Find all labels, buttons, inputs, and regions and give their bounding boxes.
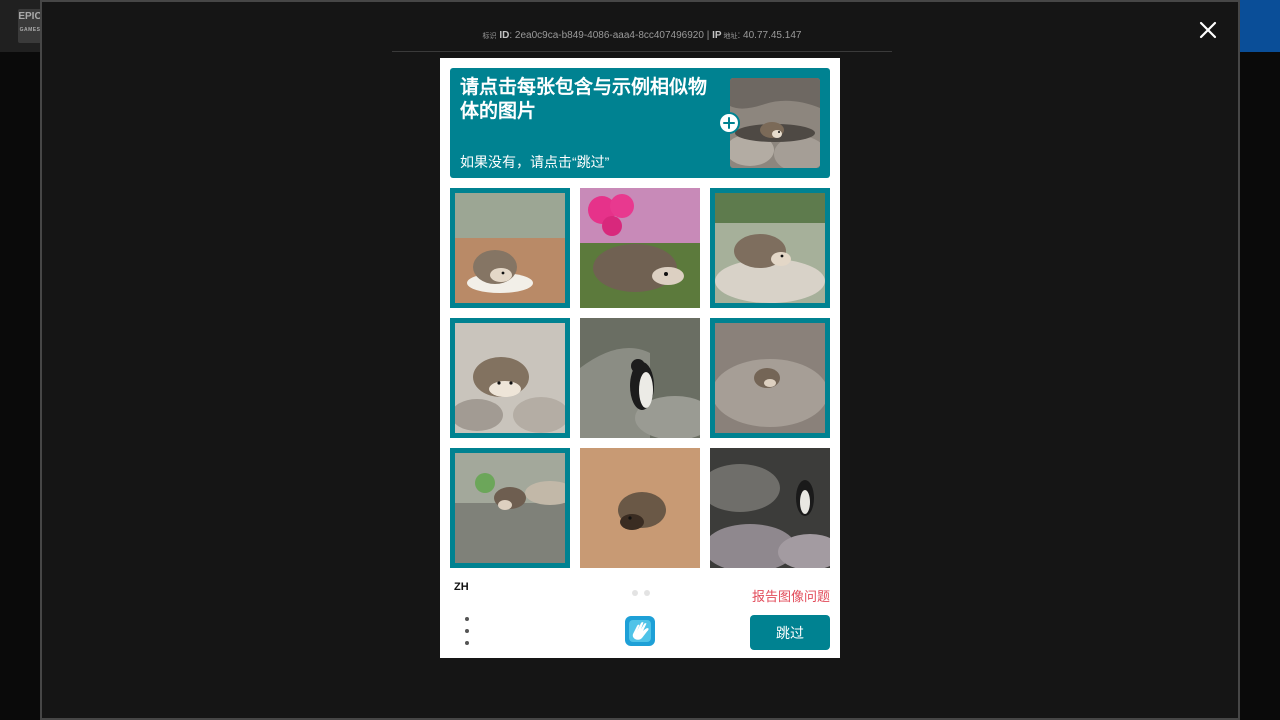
hcaptcha-logo bbox=[623, 614, 657, 648]
page-indicator bbox=[632, 590, 650, 596]
logo-text: EPIC bbox=[18, 11, 42, 22]
menu-dot bbox=[465, 629, 469, 633]
page-dot-2 bbox=[644, 590, 650, 596]
image-cell-1[interactable] bbox=[450, 188, 570, 308]
id-label: ID bbox=[499, 30, 510, 41]
image-cell-2[interactable] bbox=[580, 188, 700, 308]
hedgehog-near-pebbles-image bbox=[455, 453, 565, 563]
epic-games-logo[interactable]: EPIC GAMES bbox=[18, 9, 42, 43]
image-cell-9[interactable] bbox=[710, 448, 830, 568]
menu-button[interactable] bbox=[458, 617, 476, 645]
penguin-among-rocks-image bbox=[710, 448, 830, 568]
image-cell-7[interactable] bbox=[450, 448, 570, 568]
language-selector[interactable]: ZH bbox=[454, 581, 469, 593]
report-image-link[interactable]: 报告图像问题 bbox=[752, 586, 830, 605]
prompt-title: 请点击每张包含与示例相似物体的图片 bbox=[460, 77, 708, 122]
plus-icon bbox=[723, 117, 735, 129]
penguin-rocks-image bbox=[580, 318, 700, 438]
ip-address: : 40.77.45.147 bbox=[737, 30, 802, 41]
close-button[interactable] bbox=[1196, 18, 1220, 42]
session-id: : 2ea0c9ca-b849-4086-aaa4-8cc407496920 | bbox=[509, 30, 713, 41]
example-image[interactable] bbox=[730, 78, 820, 168]
menu-dot bbox=[465, 641, 469, 645]
prompt-header: 请点击每张包含与示例相似物体的图片 如果没有，请点击“跳过” bbox=[450, 68, 830, 178]
skip-button[interactable]: 跳过 bbox=[750, 615, 830, 650]
close-icon bbox=[1199, 21, 1217, 39]
ip-prefix: 地址 bbox=[721, 33, 738, 40]
logo-subtext: GAMES bbox=[19, 27, 41, 33]
challenge-overlay: 标识 ID: 2ea0c9ca-b849-4086-aaa4-8cc407496… bbox=[40, 0, 1240, 720]
image-cell-6[interactable] bbox=[710, 318, 830, 438]
hedgehog-flower-image bbox=[580, 188, 700, 308]
session-info-bar: 标识 ID: 2ea0c9ca-b849-4086-aaa4-8cc407496… bbox=[392, 28, 892, 52]
add-example-button[interactable] bbox=[718, 112, 740, 134]
hedgehog-pebbles-image bbox=[455, 323, 565, 433]
image-grid bbox=[450, 188, 830, 568]
small-hedgehog-rock-image bbox=[715, 323, 825, 433]
captcha-widget: 请点击每张包含与示例相似物体的图片 如果没有，请点击“跳过” ZH 报告图像问题… bbox=[440, 58, 840, 658]
prompt-subtitle: 如果没有，请点击“跳过” bbox=[460, 154, 610, 170]
hand-icon bbox=[625, 616, 655, 646]
image-cell-4[interactable] bbox=[450, 318, 570, 438]
image-cell-5[interactable] bbox=[580, 318, 700, 438]
id-prefix: 标识 bbox=[482, 33, 497, 40]
image-cell-3[interactable] bbox=[710, 188, 830, 308]
ip-label: IP bbox=[712, 30, 722, 41]
hedgehog-rock-image bbox=[715, 193, 825, 303]
page-dot-1 bbox=[632, 590, 638, 596]
image-cell-8[interactable] bbox=[580, 448, 700, 568]
hedgehog-sand-image bbox=[580, 448, 700, 568]
hedgehog-bowl-image bbox=[455, 193, 565, 303]
menu-dot bbox=[465, 617, 469, 621]
